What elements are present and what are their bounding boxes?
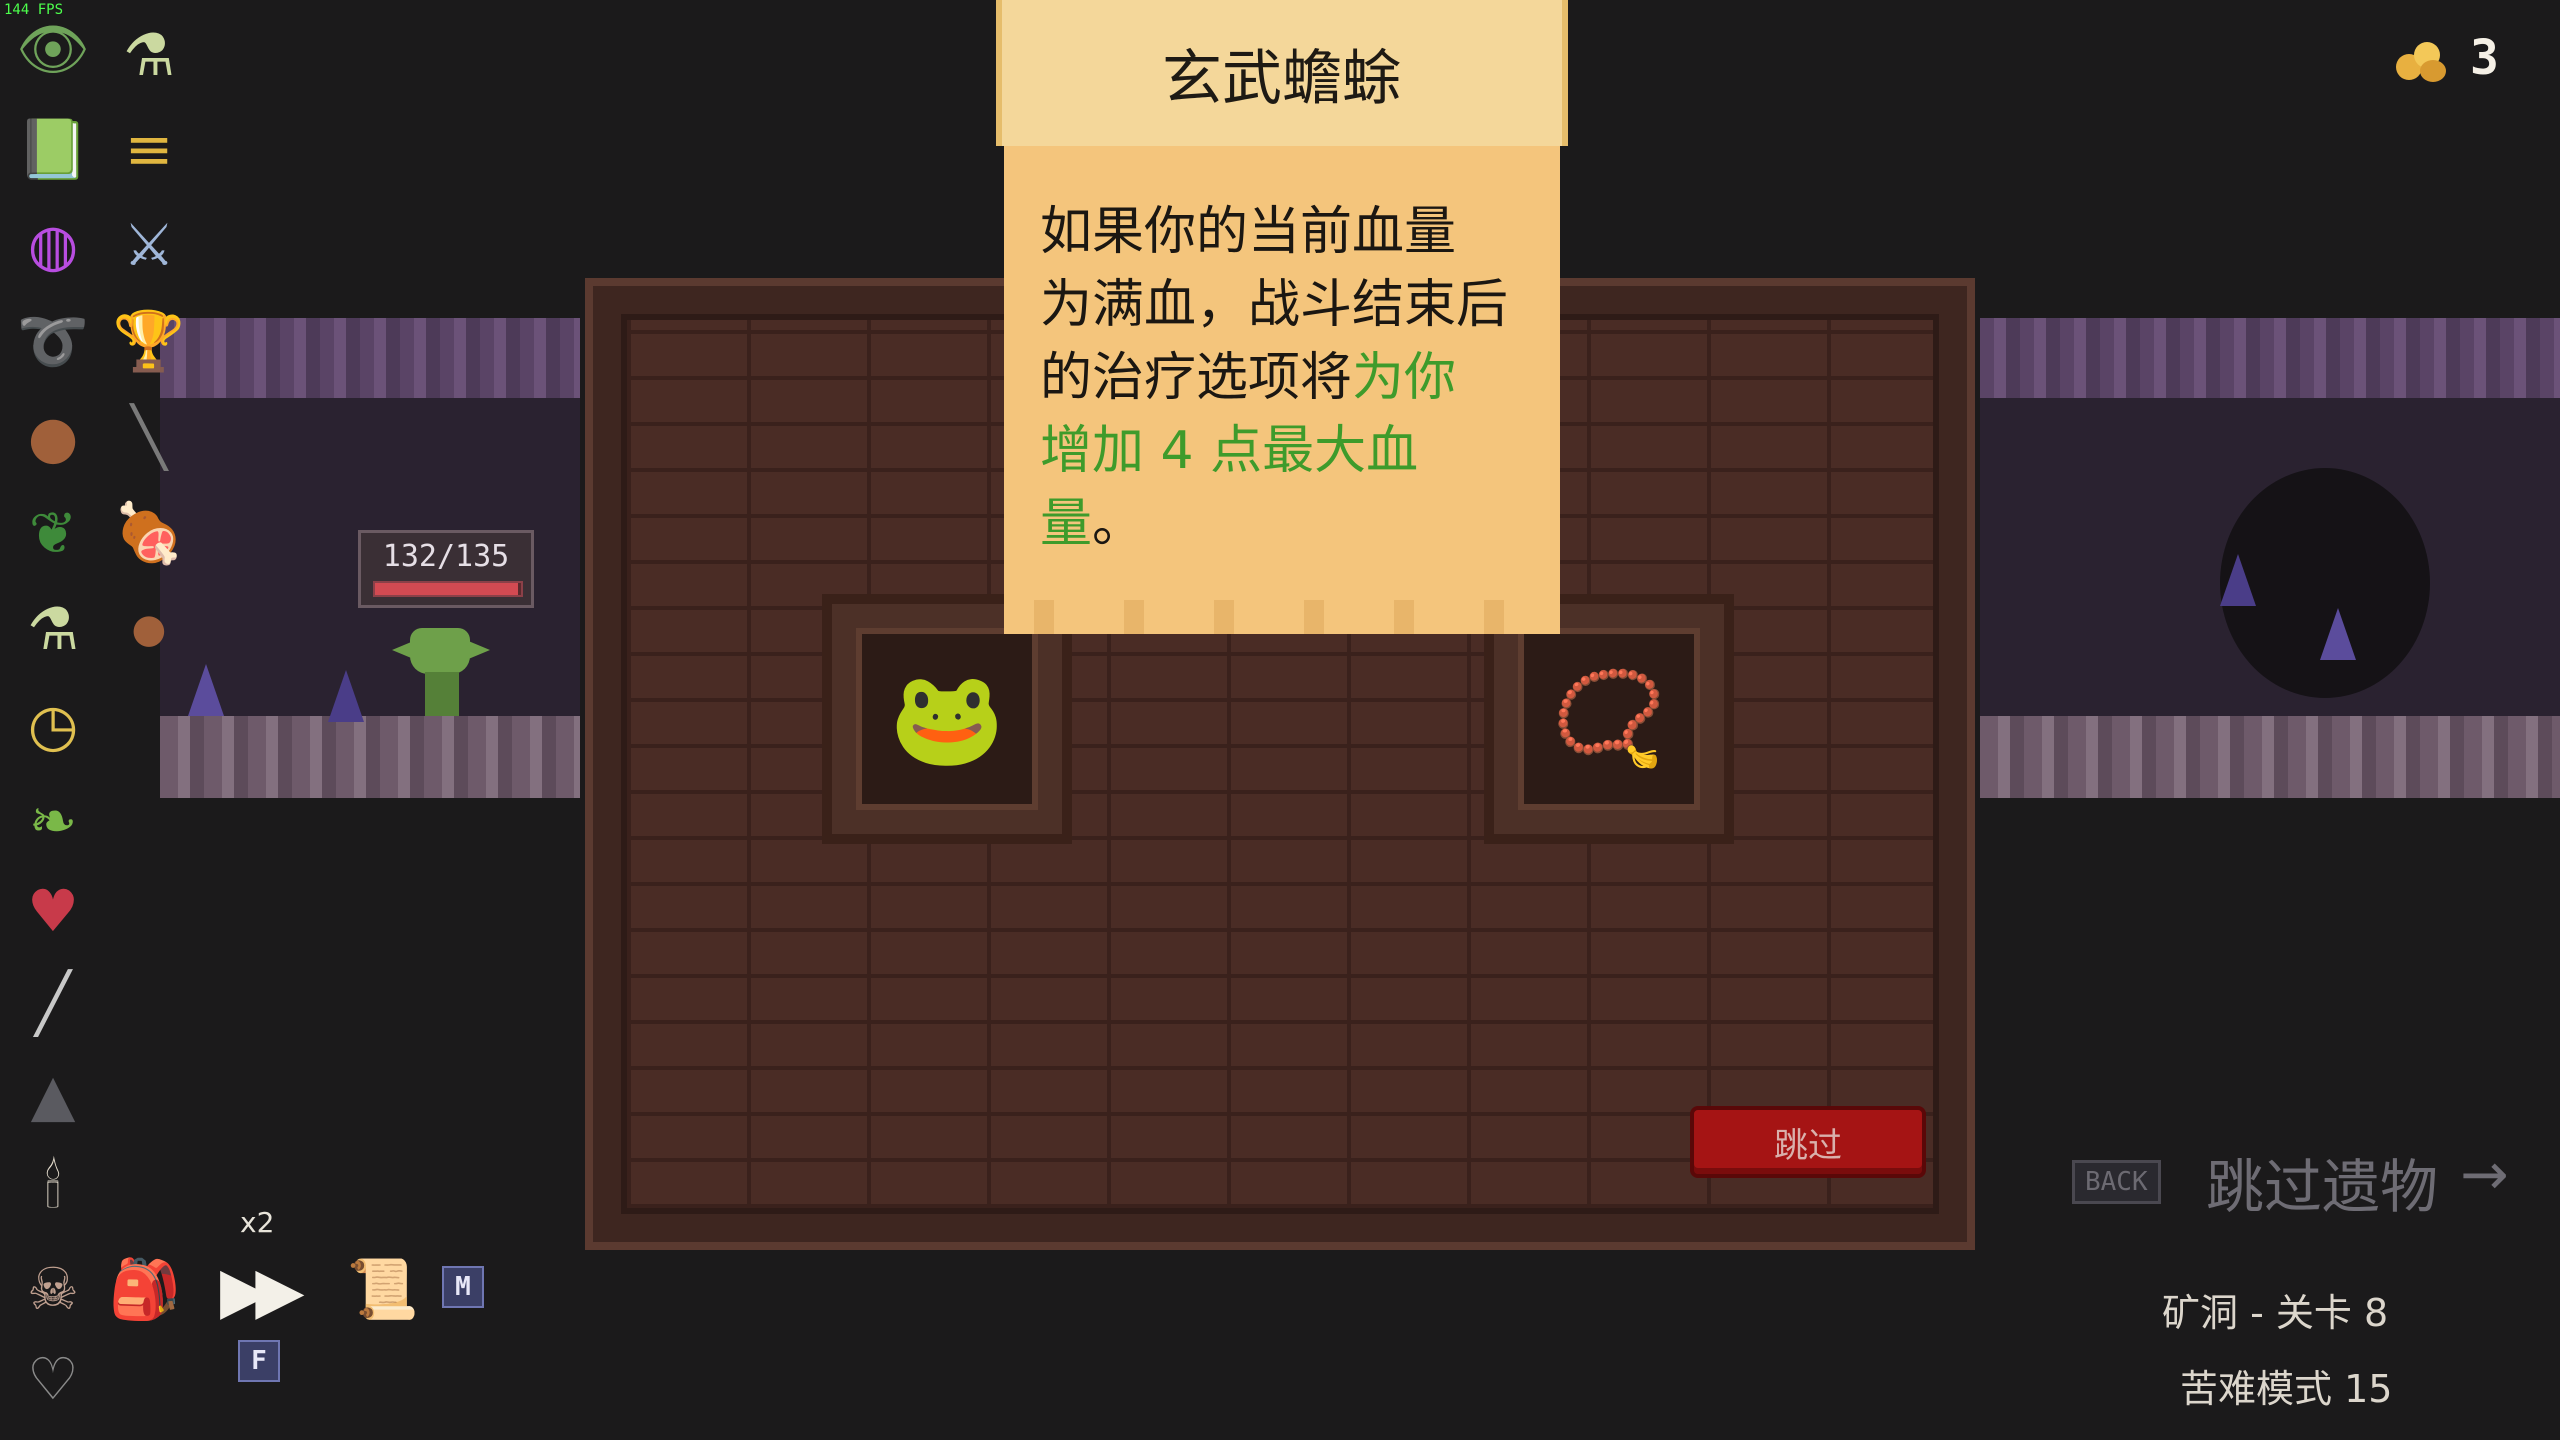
relic-tooltip-body: 如果你的当前血量 为满血，战斗结束后 的治疗选项将为你 增加 4 点最大血 量。 bbox=[1004, 146, 1560, 632]
chalice-icon[interactable]: 🏆 bbox=[108, 300, 190, 382]
player-goblin bbox=[410, 628, 470, 674]
heart-potion-icon[interactable]: ♥ bbox=[12, 870, 94, 952]
necklace-icon: 📿 bbox=[1551, 665, 1667, 772]
relic-sidebar: 👁 ⚗ 📗 ≡ ◍ ⚔ ➰ 🏆 ● ╲ ❦ 🍖 ⚗ ● ◷ ❧ ♥ ╱ ▲ 🕯 … bbox=[12, 8, 202, 1414]
level-indicator: 矿洞 - 关卡 8 bbox=[2162, 1291, 2389, 1335]
gold-icon bbox=[2396, 38, 2446, 82]
empty-heart-icon[interactable]: ♡ bbox=[12, 1338, 94, 1420]
player-health-panel: 132/135 bbox=[358, 530, 534, 608]
tooltip-text: 。 bbox=[1092, 494, 1145, 554]
skull-badge-icon[interactable]: ☠ bbox=[12, 1248, 94, 1330]
frog-icon: 🐸 bbox=[889, 665, 1005, 772]
wand-icon[interactable]: ╲ bbox=[108, 396, 190, 478]
potion-bottle-small-icon[interactable]: ⚗ bbox=[12, 588, 94, 670]
relic-tooltip-title: 玄武蟾蜍 bbox=[996, 0, 1568, 146]
cookie-small-icon[interactable]: ● bbox=[108, 588, 190, 670]
tooltip-highlight: 增加 4 点最大血 bbox=[1040, 421, 1419, 481]
tooltip-line: 增加 4 点最大血 bbox=[1040, 415, 1530, 488]
tooltip-highlight: 为你 bbox=[1352, 348, 1457, 408]
arrow-right-icon[interactable]: → bbox=[2460, 1140, 2509, 1208]
difficulty-mode: 苦难模式 15 bbox=[2180, 1367, 2393, 1411]
potion-bottle-icon[interactable]: ⚗ bbox=[108, 14, 190, 96]
golden-horn-icon[interactable]: ➰ bbox=[12, 300, 94, 382]
backpack-icon[interactable]: 🎒 bbox=[104, 1248, 186, 1330]
skip-relic-link[interactable]: 跳过遗物 bbox=[2206, 1140, 2438, 1224]
tooltip-line: 的治疗选项将为你 bbox=[1040, 342, 1530, 415]
tooltip-line: 为满血，战斗结束后 bbox=[1040, 275, 1509, 335]
pocket-watch-icon[interactable]: ◷ bbox=[12, 684, 94, 766]
map-scroll-icon[interactable]: 📜 bbox=[342, 1248, 424, 1330]
rainbow-orb-icon[interactable]: ◍ bbox=[12, 204, 94, 286]
green-leaf-icon[interactable]: ❦ bbox=[12, 492, 94, 574]
dagger-icon[interactable]: ╱ bbox=[12, 962, 94, 1044]
player-health-text: 132/135 bbox=[382, 539, 510, 574]
crossed-swords-icon[interactable]: ⚔ bbox=[108, 204, 190, 286]
cave-scene-right bbox=[1980, 318, 2560, 798]
scroll-torn-edge bbox=[1004, 600, 1560, 634]
meat-bone-icon[interactable]: 🍖 bbox=[108, 492, 190, 574]
tooltip-text: 的治疗选项将 bbox=[1040, 348, 1353, 408]
speed-label: x2 bbox=[240, 1206, 275, 1239]
gold-count: 3 bbox=[2470, 30, 2499, 86]
back-key-hint[interactable]: BACK bbox=[2072, 1160, 2161, 1204]
tooltip-line: 量。 bbox=[1040, 488, 1530, 561]
gold-coins-stack-icon[interactable]: ≡ bbox=[108, 108, 190, 190]
skip-button[interactable]: 跳过 bbox=[1690, 1106, 1926, 1178]
spellbook-icon[interactable]: 📗 bbox=[12, 108, 94, 190]
green-leaf-2-icon[interactable]: ❧ bbox=[12, 780, 94, 862]
fast-key-badge[interactable]: F bbox=[238, 1340, 280, 1382]
player-goblin-body bbox=[425, 672, 459, 716]
cookie-icon[interactable]: ● bbox=[12, 396, 94, 478]
candle-icon[interactable]: 🕯 bbox=[12, 1146, 94, 1228]
eye-totem-icon[interactable]: 👁 bbox=[12, 8, 94, 90]
fast-forward-icon[interactable]: ▶▶ bbox=[220, 1254, 305, 1328]
rock-pile-icon[interactable]: ▲ bbox=[12, 1054, 94, 1136]
tooltip-line: 如果你的当前血量 bbox=[1040, 202, 1457, 262]
map-key-badge[interactable]: M bbox=[442, 1266, 484, 1308]
player-health-bar bbox=[373, 581, 523, 597]
tooltip-highlight: 量 bbox=[1040, 494, 1093, 554]
